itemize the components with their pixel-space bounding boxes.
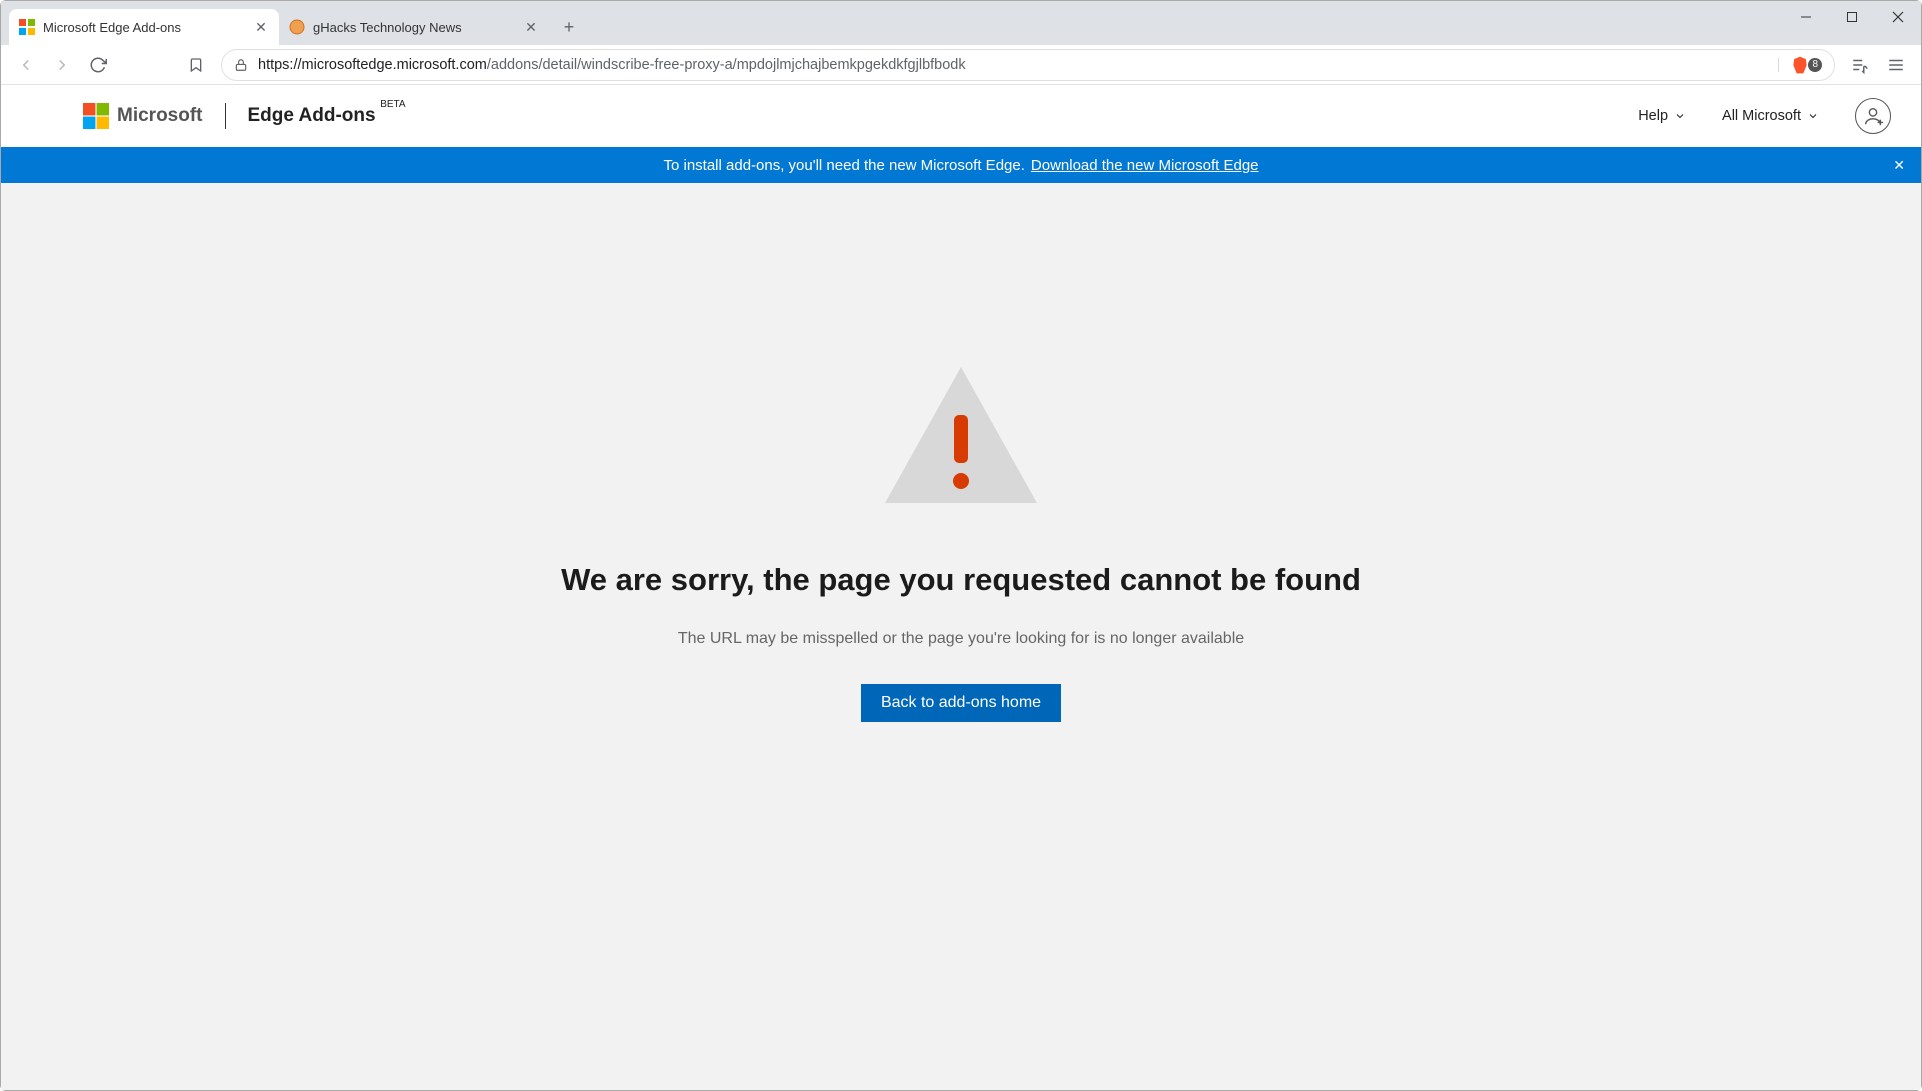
site-header: Microsoft Edge Add-ons BETA Help All Mic… <box>1 85 1921 147</box>
favicon-ghacks-icon <box>289 19 305 35</box>
shield-count: 8 <box>1808 58 1822 72</box>
window-controls <box>1783 1 1921 37</box>
back-button <box>9 49 43 81</box>
header-divider <box>225 103 226 129</box>
address-bar[interactable]: https://microsoftedge.microsoft.com/addo… <box>221 49 1835 81</box>
minimize-button[interactable] <box>1783 1 1829 33</box>
forward-button <box>45 49 79 81</box>
maximize-button[interactable] <box>1829 1 1875 33</box>
error-section: We are sorry, the page you requested can… <box>1 183 1921 883</box>
microsoft-logo[interactable]: Microsoft <box>83 103 203 129</box>
banner-close-button[interactable]: ✕ <box>1893 157 1905 174</box>
banner-text: To install add-ons, you'll need the new … <box>663 157 1024 174</box>
install-banner: To install add-ons, you'll need the new … <box>1 147 1921 183</box>
tab-close-icon[interactable]: ✕ <box>523 19 539 35</box>
banner-download-link[interactable]: Download the new Microsoft Edge <box>1031 157 1259 174</box>
sign-in-avatar[interactable] <box>1855 98 1891 134</box>
bookmark-button[interactable] <box>179 49 213 81</box>
favicon-ms-icon <box>19 19 35 35</box>
browser-tab[interactable]: Microsoft Edge Add-ons ✕ <box>9 9 279 45</box>
reload-button[interactable] <box>81 49 115 81</box>
error-heading: We are sorry, the page you requested can… <box>561 562 1361 598</box>
close-window-button[interactable] <box>1875 1 1921 33</box>
help-menu[interactable]: Help <box>1638 108 1686 124</box>
warning-icon <box>881 363 1041 512</box>
browser-tab[interactable]: gHacks Technology News ✕ <box>279 9 549 45</box>
beta-tag: BETA <box>380 99 405 110</box>
tab-strip: Microsoft Edge Add-ons ✕ gHacks Technolo… <box>1 1 1921 45</box>
brave-shield-icon[interactable]: 8 <box>1790 55 1822 75</box>
microsoft-brand-text: Microsoft <box>117 105 203 127</box>
person-icon <box>1862 105 1884 127</box>
toolbar: https://microsoftedge.microsoft.com/addo… <box>1 45 1921 85</box>
lock-icon <box>234 58 248 72</box>
url-text: https://microsoftedge.microsoft.com/addo… <box>258 57 1767 73</box>
page-viewport[interactable]: Microsoft Edge Add-ons BETA Help All Mic… <box>1 85 1921 1090</box>
back-to-home-button[interactable]: Back to add-ons home <box>861 684 1061 722</box>
tab-title: gHacks Technology News <box>313 20 515 35</box>
tab-title: Microsoft Edge Add-ons <box>43 20 245 35</box>
all-microsoft-menu[interactable]: All Microsoft <box>1722 108 1819 124</box>
chevron-down-icon <box>1807 110 1819 122</box>
menu-button[interactable] <box>1879 49 1913 81</box>
error-subtext: The URL may be misspelled or the page yo… <box>678 630 1244 648</box>
product-title[interactable]: Edge Add-ons BETA <box>248 105 376 127</box>
new-tab-button[interactable]: + <box>555 13 583 41</box>
tab-close-icon[interactable]: ✕ <box>253 19 269 35</box>
media-control-button[interactable] <box>1843 49 1877 81</box>
chevron-down-icon <box>1674 110 1686 122</box>
